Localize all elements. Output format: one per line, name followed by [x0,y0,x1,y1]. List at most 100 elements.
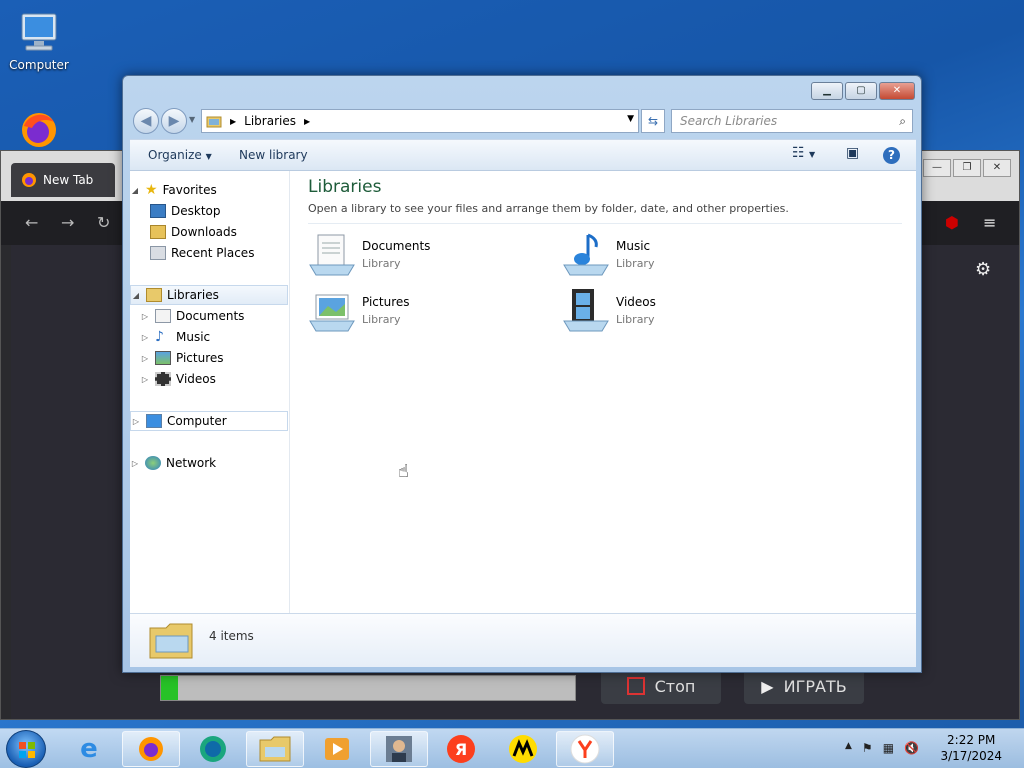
search-input[interactable]: Search Libraries ⌕ [671,109,913,133]
firefox-icon [22,113,56,147]
back-icon[interactable]: ← [25,213,38,232]
documents-library-icon [309,234,355,276]
settings-gear-icon[interactable]: ⚙ [975,259,991,280]
recent-pages-chevron-icon[interactable]: ▼ [189,115,195,124]
view-options-icon[interactable]: ☷ ▼ [792,145,815,161]
taskbar-media-player[interactable] [308,731,366,767]
documents-icon [155,309,171,323]
market-icon [509,735,537,763]
nav-desktop[interactable]: Desktop [130,201,288,221]
play-button[interactable]: ▶ ИГРАТЬ [744,668,864,704]
close-button[interactable]: ✕ [983,159,1011,177]
libraries-folder-icon [149,623,193,659]
music-library-icon [563,233,609,276]
expand-arrow-icon[interactable]: ▷ [140,354,150,363]
nav-pictures[interactable]: ▷ Pictures [130,348,288,368]
preview-pane-icon[interactable]: ▣ [846,145,859,161]
nav-music[interactable]: ▷ ♪ Music [130,327,288,347]
taskbar-internet-explorer[interactable]: e [60,731,118,767]
address-dropdown-icon[interactable]: ▼ [627,114,634,124]
start-button[interactable] [6,730,46,768]
film-strip-icon [155,372,171,386]
forward-icon[interactable]: → [61,213,74,232]
nav-label: Favorites [162,183,217,197]
breadcrumb-separator-icon[interactable]: ▶ [304,117,310,126]
nav-favorites[interactable]: ◢ ★ Favorites [130,180,288,200]
volume-muted-icon[interactable]: 🔇 [904,741,919,755]
stop-button[interactable]: Стоп [601,668,721,704]
library-pictures[interactable]: Pictures Library [308,287,410,333]
nav-videos[interactable]: ▷ Videos [130,369,288,389]
minimize-button[interactable]: — [923,159,951,177]
navigation-bar: ◀ ▶ ▼ ▶ Libraries ▶ ▼ ⇆ Search Libraries… [131,106,915,136]
forward-button[interactable]: ▶ [161,108,187,134]
desktop-icon-computer[interactable]: Computer [4,10,74,72]
breadcrumb-separator-icon[interactable]: ▶ [230,117,236,126]
library-videos[interactable]: Videos Library [562,287,656,333]
nav-recent-places[interactable]: Recent Places [130,243,288,263]
search-icon[interactable]: ⌕ [899,110,906,132]
network-status-icon[interactable]: ▦ [883,741,894,755]
reload-icon[interactable]: ↻ [97,213,110,232]
expand-arrow-icon[interactable]: ◢ [131,291,141,300]
videos-library-icon [563,289,609,332]
expand-arrow-icon[interactable]: ◢ [130,186,140,195]
library-documents[interactable]: Documents Library [308,231,430,277]
library-type: Library [362,312,401,326]
explorer-folder-icon [259,736,291,762]
system-tray: ▲ ⚑ ▦ 🔇 [845,741,919,755]
help-icon[interactable]: ? [883,147,900,164]
media-player-icon [325,738,349,760]
action-center-flag-icon[interactable]: ⚑ [862,741,873,755]
clock[interactable]: 2:22 PM 3/17/2024 [940,732,1002,764]
refresh-button[interactable]: ⇆ [641,109,665,133]
expand-arrow-icon[interactable]: ▷ [140,375,150,384]
divider [308,223,902,224]
minimize-button[interactable]: ▁ [811,82,843,100]
star-icon: ★ [145,182,158,198]
expand-arrow-icon[interactable]: ▷ [131,417,141,426]
maximize-button[interactable]: ❐ [953,159,981,177]
address-bar[interactable]: ▶ Libraries ▶ ▼ [201,109,639,133]
expand-arrow-icon[interactable]: ▷ [140,312,150,321]
nav-label: Downloads [171,225,237,239]
search-placeholder: Search Libraries [680,114,778,128]
menu-icon[interactable]: ≡ [983,213,996,232]
tab-new-tab[interactable]: New Tab [11,163,115,197]
nav-downloads[interactable]: Downloads [130,222,288,242]
nav-label: Recent Places [171,246,255,260]
play-icon: ▶ [761,676,774,696]
chevron-down-icon: ▼ [205,152,212,161]
expand-arrow-icon[interactable]: ▷ [130,459,140,468]
ublock-icon[interactable]: ⬢ [945,213,959,232]
taskbar-explorer[interactable] [246,731,304,767]
expand-arrow-icon[interactable]: ▷ [140,333,150,342]
new-library-button[interactable]: New library [239,148,308,162]
maximize-button[interactable]: ▢ [845,82,877,100]
nav-computer[interactable]: ▷ Computer [130,411,288,431]
organize-button[interactable]: Organize ▼ [148,148,212,162]
taskbar-firefox[interactable] [122,731,180,767]
nav-label: Network [166,456,217,470]
library-music[interactable]: Music Library [562,231,654,277]
nav-libraries[interactable]: ◢ Libraries [130,285,288,305]
breadcrumb-libraries[interactable]: Libraries [244,114,296,128]
taskbar-yandex-browser[interactable]: Я [432,731,490,767]
play-label: ИГРАТЬ [783,676,847,696]
nav-network[interactable]: ▷ Network [130,453,288,473]
internet-explorer-icon: e [80,734,98,764]
taskbar-app-avatar[interactable] [370,731,428,767]
tray-overflow-icon[interactable]: ▲ [845,741,852,755]
page-title: Libraries [308,177,382,197]
taskbar-app-globe[interactable] [184,731,242,767]
command-bar: Organize ▼ New library ☷ ▼ ▣ ? [130,139,916,171]
nav-documents[interactable]: ▷ Documents [130,306,288,326]
app-avatar-icon [386,736,412,762]
taskbar-yandex-market[interactable] [494,731,552,767]
library-name: Music [616,238,651,253]
back-button[interactable]: ◀ [133,108,159,134]
taskbar-yandex[interactable] [556,731,614,767]
main-area: ◢ ★ Favorites Desktop Downloads Recent P… [130,171,916,613]
desktop-icon-firefox[interactable] [4,108,74,152]
close-button[interactable]: ✕ [879,82,915,100]
